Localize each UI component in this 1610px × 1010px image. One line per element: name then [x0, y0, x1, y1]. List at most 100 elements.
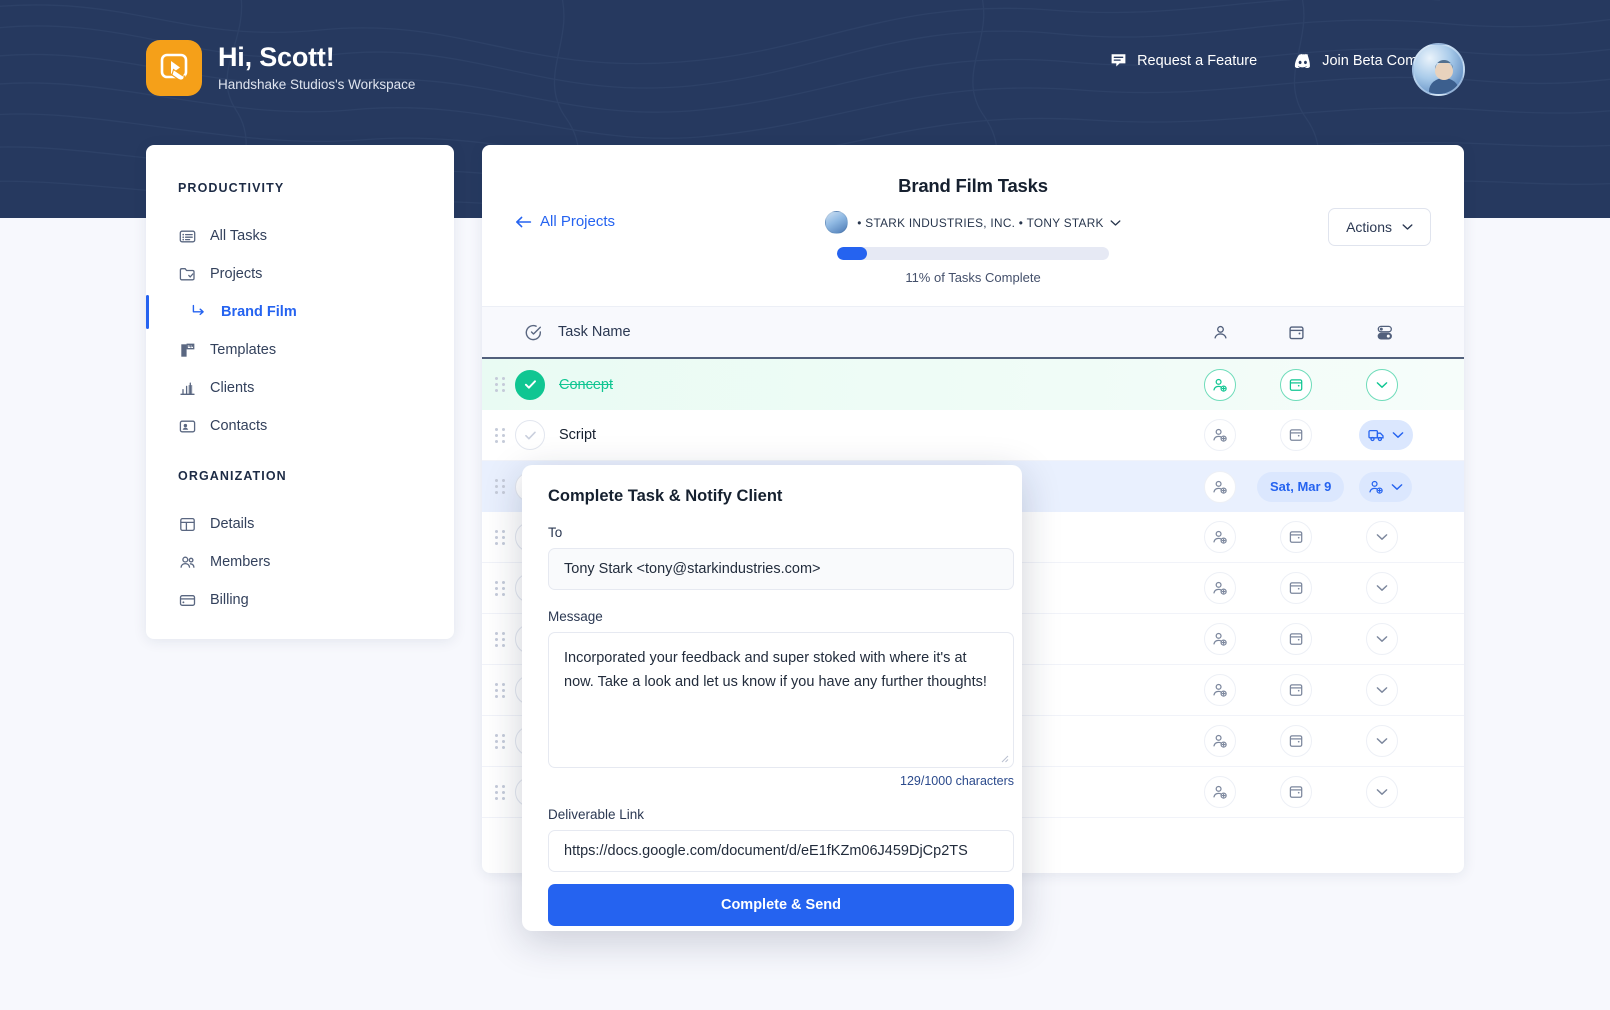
- workspace-subtitle: Handshake Studios's Workspace: [218, 76, 416, 92]
- task-assignee-button[interactable]: [1204, 725, 1236, 757]
- chevron-down-icon: [1376, 789, 1388, 795]
- column-header-assignee[interactable]: [1212, 324, 1229, 341]
- task-name-label[interactable]: Script: [559, 427, 596, 443]
- list-card-icon: [178, 227, 196, 245]
- task-status-button[interactable]: [1366, 572, 1398, 604]
- complete-and-send-button[interactable]: Complete & Send: [548, 884, 1014, 926]
- task-status-button[interactable]: [1359, 420, 1413, 450]
- person-add-icon: [1213, 480, 1227, 494]
- column-header-due-date[interactable]: [1288, 324, 1305, 341]
- dialog-title: Complete Task & Notify Client: [548, 487, 783, 505]
- sidebar-item-members-label: Members: [210, 554, 271, 570]
- task-due-date-button[interactable]: [1280, 368, 1312, 401]
- sidebar-item-clients[interactable]: Clients: [146, 369, 454, 407]
- chevron-down-icon: [1376, 687, 1388, 693]
- task-assignee-button[interactable]: [1204, 623, 1236, 655]
- sidebar-item-details-label: Details: [210, 516, 255, 532]
- task-assignee-button[interactable]: [1204, 674, 1236, 706]
- sidebar-item-billing-label: Billing: [210, 592, 249, 608]
- task-status-button[interactable]: [1366, 521, 1398, 553]
- to-field[interactable]: Tony Stark <tony@starkindustries.com>: [548, 548, 1014, 590]
- table-row[interactable]: Script: [482, 410, 1464, 461]
- brand-block[interactable]: Hi, Scott! Handshake Studios's Workspace: [146, 40, 415, 96]
- task-due-date-button[interactable]: [1280, 419, 1312, 451]
- calendar-icon: [1289, 684, 1303, 696]
- task-due-date-button[interactable]: [1280, 623, 1312, 655]
- drag-handle-icon[interactable]: [495, 580, 505, 597]
- task-status-button[interactable]: [1366, 674, 1398, 706]
- chevron-down-icon[interactable]: [1110, 219, 1121, 227]
- drag-handle-icon[interactable]: [495, 631, 505, 648]
- sidebar-item-templates[interactable]: Templates: [146, 331, 454, 369]
- contact-card-icon: [178, 417, 196, 435]
- actions-button[interactable]: Actions: [1328, 208, 1431, 246]
- message-textarea[interactable]: Incorporated your feedback and super sto…: [548, 632, 1014, 768]
- bar-chart-icon: [178, 379, 196, 397]
- drag-handle-icon[interactable]: [495, 529, 505, 546]
- drag-handle-icon[interactable]: [495, 784, 505, 801]
- sidebar-divider-space: [146, 445, 454, 469]
- drag-handle-icon[interactable]: [495, 376, 505, 393]
- task-checkbox[interactable]: [515, 369, 545, 400]
- resize-handle-icon[interactable]: [1000, 754, 1009, 763]
- sidebar-item-billing[interactable]: Billing: [146, 581, 454, 619]
- task-assignee-button[interactable]: [1204, 776, 1236, 808]
- sidebar-item-contacts[interactable]: Contacts: [146, 407, 454, 445]
- message-field-label: Message: [548, 609, 603, 624]
- drag-handle-icon[interactable]: [495, 733, 505, 750]
- chevron-down-icon: [1392, 432, 1404, 438]
- column-header-task-name[interactable]: Task Name: [558, 324, 631, 340]
- sidebar-item-members[interactable]: Members: [146, 543, 454, 581]
- sidebar-item-all-tasks[interactable]: All Tasks: [146, 217, 454, 255]
- task-status-button[interactable]: [1366, 725, 1398, 757]
- sidebar-item-brand-film-label: Brand Film: [221, 304, 297, 320]
- calendar-icon: [1289, 735, 1303, 747]
- people-icon: [178, 553, 196, 571]
- sidebar-item-projects-label: Projects: [210, 266, 263, 282]
- column-header-status[interactable]: [1376, 324, 1394, 341]
- task-due-date-button[interactable]: [1280, 521, 1312, 553]
- sidebar-item-projects[interactable]: Projects: [146, 255, 454, 293]
- task-status-button[interactable]: [1359, 471, 1412, 502]
- task-status-button[interactable]: [1366, 623, 1398, 655]
- task-assignee-button[interactable]: [1204, 368, 1236, 401]
- task-due-date-button[interactable]: [1280, 725, 1312, 757]
- task-due-date-button[interactable]: [1280, 776, 1312, 808]
- deliverable-link-field[interactable]: https://docs.google.com/document/d/eE1fK…: [548, 830, 1014, 872]
- project-summary: Brand Film Tasks • STARK INDUSTRIES, INC…: [482, 175, 1464, 285]
- sidebar-item-details[interactable]: Details: [146, 505, 454, 543]
- task-due-date-button[interactable]: [1280, 572, 1312, 604]
- task-due-date-button[interactable]: [1280, 674, 1312, 706]
- drag-handle-icon[interactable]: [495, 682, 505, 699]
- actions-button-label: Actions: [1346, 219, 1392, 235]
- sidebar-group-organization-title: ORGANIZATION: [178, 469, 287, 483]
- client-meta-row[interactable]: • STARK INDUSTRIES, INC. • TONY STARK: [825, 211, 1121, 234]
- chevron-down-icon: [1376, 585, 1388, 591]
- user-avatar[interactable]: [1412, 43, 1465, 96]
- request-a-feature-link[interactable]: Request a Feature: [1110, 52, 1257, 69]
- project-header: All Projects Brand Film Tasks • STARK IN…: [482, 145, 1464, 306]
- check-circle-icon[interactable]: [525, 324, 542, 341]
- toggles-icon: [1377, 325, 1392, 339]
- request-a-feature-label: Request a Feature: [1137, 52, 1258, 69]
- task-status-button[interactable]: [1366, 368, 1398, 401]
- drag-handle-icon[interactable]: [495, 427, 505, 444]
- chevron-down-icon: [1376, 534, 1388, 540]
- task-name-label[interactable]: Concept: [559, 377, 613, 393]
- task-status-button[interactable]: [1366, 776, 1398, 808]
- greeting-title: Hi, Scott!: [218, 41, 335, 72]
- task-assignee-button[interactable]: [1204, 419, 1236, 451]
- progress-bar: [837, 247, 1109, 260]
- task-due-date-badge[interactable]: Sat, Mar 9: [1257, 471, 1345, 502]
- task-checkbox[interactable]: [515, 420, 545, 450]
- drag-handle-icon[interactable]: [495, 478, 505, 495]
- deliverable-link-label: Deliverable Link: [548, 807, 645, 822]
- table-row[interactable]: Concept: [482, 359, 1464, 410]
- client-avatar: [825, 211, 849, 234]
- task-assignee-button[interactable]: [1204, 572, 1236, 604]
- sidebar-item-brand-film[interactable]: Brand Film: [146, 293, 454, 331]
- task-assignee-button[interactable]: [1204, 521, 1236, 553]
- progress-bar-fill: [837, 247, 867, 260]
- task-assignee-button[interactable]: [1204, 470, 1236, 503]
- chevron-down-icon: [1376, 636, 1388, 642]
